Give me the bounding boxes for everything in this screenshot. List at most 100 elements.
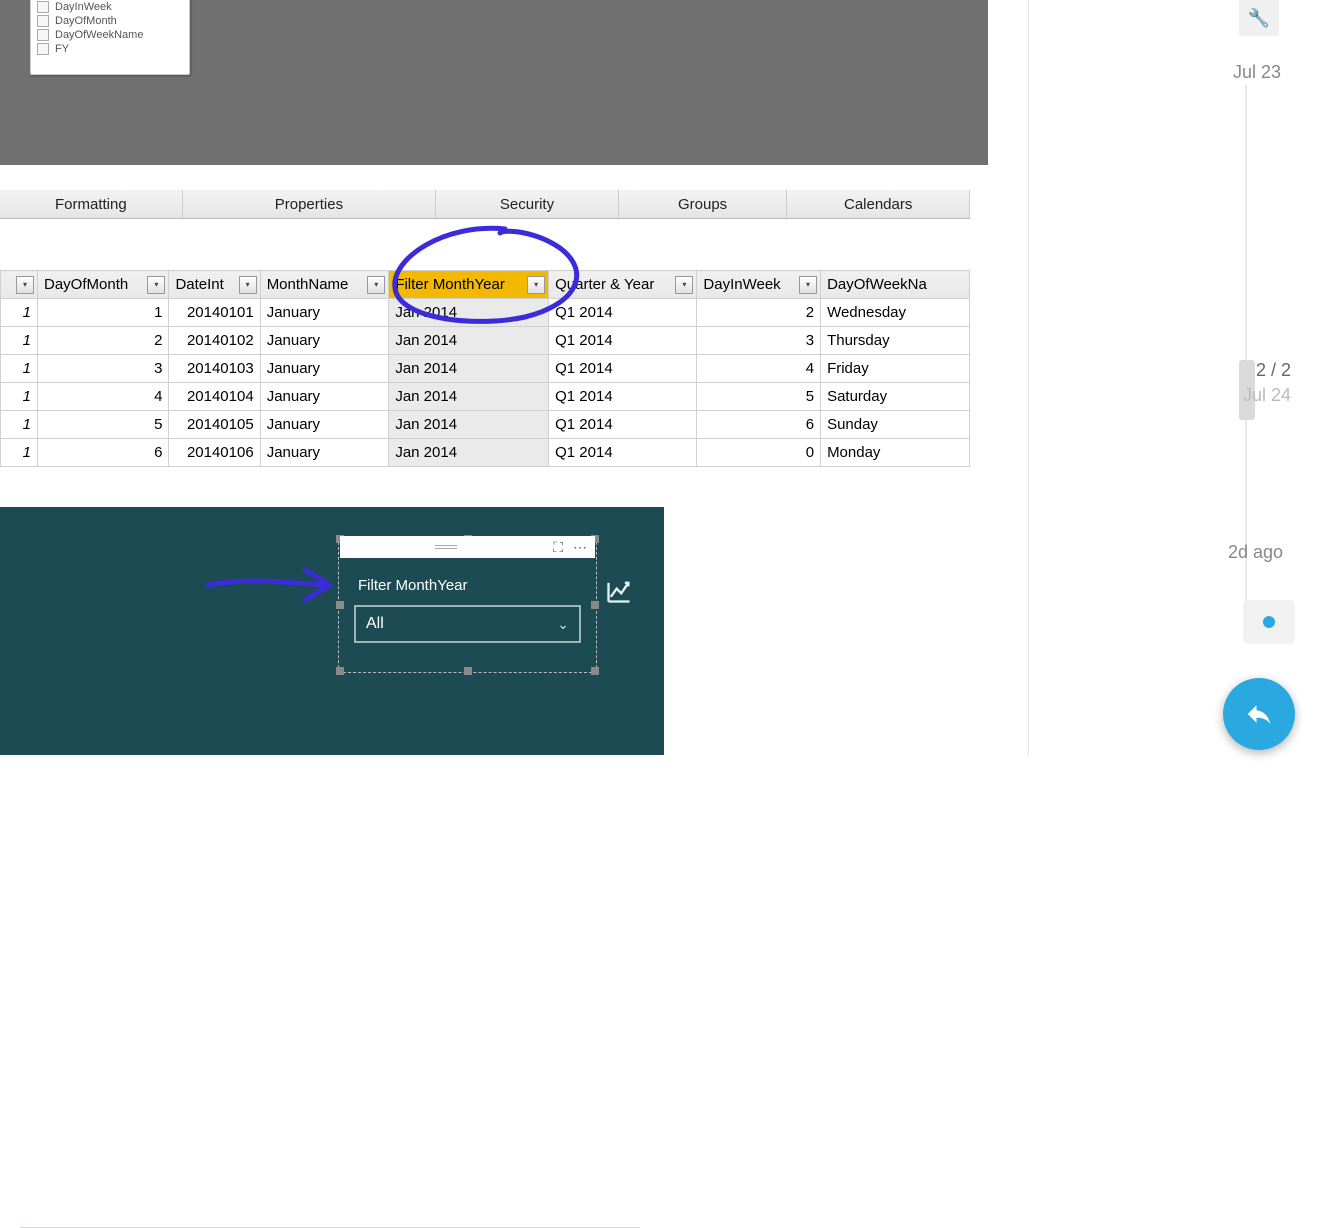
cell-dayofweekname: Monday: [821, 439, 970, 467]
col-dayinweek[interactable]: DayInWeek▾: [697, 271, 821, 299]
embedded-screenshot-top: DayInWeek DayOfMonth DayOfWeekName FY: [0, 0, 988, 165]
cell-dayinweek: 3: [697, 327, 821, 355]
filter-dropdown-icon[interactable]: ▾: [16, 276, 34, 294]
cell-dateint: 20140104: [169, 383, 260, 411]
cell-dateint: 20140102: [169, 327, 260, 355]
slicer-dropdown[interactable]: All ⌄: [354, 605, 581, 643]
cell-filtermonthyear: Jan 2014: [389, 411, 549, 439]
cell-dayinweek: 4: [697, 355, 821, 383]
filter-dropdown-icon[interactable]: ▾: [147, 276, 165, 294]
col-dayofmonth[interactable]: DayOfMonth▾: [38, 271, 169, 299]
cell-dayofweekname: Friday: [821, 355, 970, 383]
field-item[interactable]: DayOfWeekName: [31, 28, 189, 42]
field-label: DayOfWeekName: [55, 29, 143, 41]
col-filter-monthyear[interactable]: Filter MonthYear▾: [389, 271, 549, 299]
checkbox-icon[interactable]: [37, 29, 49, 41]
tab-properties[interactable]: Properties: [183, 190, 437, 218]
field-label: DayOfMonth: [55, 15, 117, 27]
cell-quarteryear: Q1 2014: [549, 299, 697, 327]
cell-index: 1: [1, 355, 38, 383]
field-item[interactable]: DayInWeek: [31, 0, 189, 14]
field-label: DayInWeek: [55, 1, 112, 13]
cell-quarteryear: Q1 2014: [549, 439, 697, 467]
tab-security[interactable]: Security: [436, 190, 619, 218]
cell-monthname: January: [260, 439, 389, 467]
cell-index: 1: [1, 299, 38, 327]
cell-filtermonthyear: Jan 2014: [389, 355, 549, 383]
table-row[interactable]: 1520140105JanuaryJan 2014Q1 20146Sunday: [1, 411, 970, 439]
focus-mode-icon[interactable]: ⛶: [553, 539, 563, 556]
cell-dayofweekname: Saturday: [821, 383, 970, 411]
cell-filtermonthyear: Jan 2014: [389, 439, 549, 467]
cell-monthname: January: [260, 355, 389, 383]
timeline-start-date[interactable]: Jul 23: [1233, 62, 1281, 83]
cell-quarteryear: Q1 2014: [549, 327, 697, 355]
checkbox-icon[interactable]: [37, 1, 49, 13]
filter-dropdown-icon[interactable]: ▾: [799, 276, 817, 294]
cell-dateint: 20140101: [169, 299, 260, 327]
cell-filtermonthyear: Jan 2014: [389, 383, 549, 411]
cell-quarteryear: Q1 2014: [549, 411, 697, 439]
table-row[interactable]: 1420140104JanuaryJan 2014Q1 20145Saturda…: [1, 383, 970, 411]
cell-quarteryear: Q1 2014: [549, 383, 697, 411]
checkbox-icon[interactable]: [37, 15, 49, 27]
tab-calendars[interactable]: Calendars: [787, 190, 970, 218]
cell-filtermonthyear: Jan 2014: [389, 299, 549, 327]
col-dayofweekname[interactable]: DayOfWeekNa: [821, 271, 970, 299]
unread-indicator[interactable]: [1243, 600, 1295, 644]
cell-monthname: January: [260, 327, 389, 355]
field-item[interactable]: FY: [31, 42, 189, 56]
timeline-post-count: 2 / 2: [1221, 360, 1291, 381]
slicer-selected-value: All: [366, 615, 384, 633]
timeline-end-label[interactable]: 2d ago: [1228, 542, 1283, 563]
table-row[interactable]: 1320140103JanuaryJan 2014Q1 20144Friday: [1, 355, 970, 383]
table-row[interactable]: 1120140101JanuaryJan 2014Q1 20142Wednesd…: [1, 299, 970, 327]
filter-dropdown-icon[interactable]: ▾: [367, 276, 385, 294]
timeline-post-date: Jul 24: [1221, 385, 1291, 406]
edit-post-button[interactable]: 🔧: [1239, 0, 1279, 36]
slicer-visual-selected[interactable]: ⛶ ⋯ Filter MonthYear All ⌄: [340, 539, 595, 671]
cell-quarteryear: Q1 2014: [549, 355, 697, 383]
cell-dateint: 20140103: [169, 355, 260, 383]
checkbox-icon[interactable]: [37, 43, 49, 55]
cell-dayofmonth: 3: [38, 355, 169, 383]
field-item[interactable]: DayOfMonth: [31, 14, 189, 28]
filter-dropdown-icon[interactable]: ▾: [527, 276, 545, 294]
cell-index: 1: [1, 383, 38, 411]
embedded-screenshot-slicer: ⛶ ⋯ Filter MonthYear All ⌄: [0, 507, 664, 755]
tab-groups[interactable]: Groups: [619, 190, 788, 218]
cell-dayofmonth: 4: [38, 383, 169, 411]
col-dateint[interactable]: DateInt▾: [169, 271, 260, 299]
filter-dropdown-icon[interactable]: ▾: [239, 276, 257, 294]
cell-monthname: January: [260, 299, 389, 327]
col-monthname[interactable]: MonthName▾: [260, 271, 389, 299]
wrench-icon: 🔧: [1248, 8, 1270, 29]
cell-monthname: January: [260, 411, 389, 439]
timeline-sidebar: 🔧 Jul 23 2 / 2 Jul 24 2d ago: [1029, 0, 1339, 755]
more-options-icon[interactable]: ⋯: [573, 539, 587, 556]
cell-index: 1: [1, 411, 38, 439]
slicer-title: Filter MonthYear: [358, 577, 468, 594]
table-row[interactable]: 1620140106JanuaryJan 2014Q1 20140Monday: [1, 439, 970, 467]
cell-dayinweek: 2: [697, 299, 821, 327]
visual-header: ⛶ ⋯: [340, 536, 595, 558]
cell-dateint: 20140105: [169, 411, 260, 439]
reply-button[interactable]: [1223, 678, 1295, 750]
col-quarter-year[interactable]: Quarter & Year▾: [549, 271, 697, 299]
timeline-progress: 2 / 2 Jul 24: [1221, 360, 1291, 406]
table-row[interactable]: 1220140102JanuaryJan 2014Q1 20143Thursda…: [1, 327, 970, 355]
tab-formatting[interactable]: Formatting: [0, 190, 183, 218]
col-index[interactable]: ▾: [1, 271, 38, 299]
cell-index: 1: [1, 439, 38, 467]
fields-panel: DayInWeek DayOfMonth DayOfWeekName FY: [30, 0, 190, 75]
cell-dayofmonth: 1: [38, 299, 169, 327]
cell-dayofmonth: 2: [38, 327, 169, 355]
cell-dayofweekname: Wednesday: [821, 299, 970, 327]
timeline-track[interactable]: [1243, 50, 1249, 655]
drag-handle-icon[interactable]: [435, 545, 457, 550]
cell-dayofweekname: Thursday: [821, 327, 970, 355]
grid-header-row: ▾ DayOfMonth▾ DateInt▾ MonthName▾ Filter…: [1, 271, 970, 299]
cell-index: 1: [1, 327, 38, 355]
filter-dropdown-icon[interactable]: ▾: [675, 276, 693, 294]
line-chart-icon[interactable]: [605, 577, 633, 610]
